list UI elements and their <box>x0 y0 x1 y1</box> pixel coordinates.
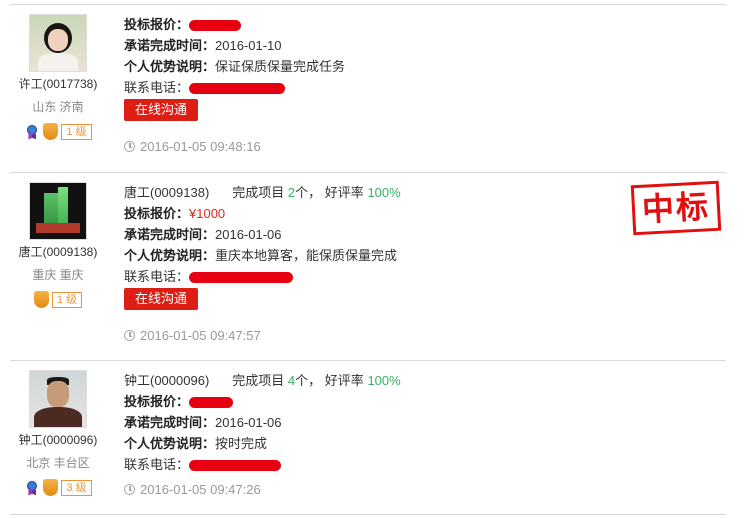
divider <box>10 514 726 515</box>
deadline-value: 2016-01-10 <box>215 38 282 53</box>
deadline-label: 承诺完成时间： <box>124 415 216 430</box>
bidder-stats: 钟工(0000096) 完成项目 4个， 好评率 100% <box>124 370 724 391</box>
avatar[interactable] <box>29 14 87 72</box>
level-badge: 1 级 <box>61 123 92 140</box>
bidder-name[interactable]: 钟工(0000096) <box>124 373 209 388</box>
medal-icon <box>24 480 40 496</box>
redaction-mark <box>189 20 242 32</box>
advantage-value: 保证保质保量完成任务 <box>215 59 346 74</box>
phone-label: 联系电话： <box>124 457 190 472</box>
advantage-label: 个人优势说明： <box>124 59 216 74</box>
timestamp: 2016-01-05 09:47:57 <box>140 328 261 343</box>
completed-unit: 个， <box>295 373 322 388</box>
advantage-label: 个人优势说明： <box>124 436 216 451</box>
username[interactable]: 钟工(0000096) <box>10 431 106 448</box>
redaction-mark <box>189 83 286 95</box>
level-badge: 1 级 <box>51 291 83 308</box>
deadline-label: 承诺完成时间： <box>124 227 216 242</box>
location: 北京 丰台区 <box>26 456 90 470</box>
bid-item: 钟工(0000096) 北京 丰台区 3 级 钟工(0000096) 完成项目 4… <box>10 361 726 513</box>
clock-icon <box>124 484 135 495</box>
deadline-value: 2016-01-06 <box>215 415 282 430</box>
bid-item: 唐工(0009138) 重庆 重庆 1 级 唐工(0009138) 完成项目 2个… <box>10 173 726 359</box>
level-badge: 3 级 <box>61 479 92 496</box>
username[interactable]: 许工(0017738) <box>10 75 106 92</box>
username[interactable]: 唐工(0009138) <box>10 243 106 260</box>
location: 重庆 重庆 <box>32 268 84 282</box>
clock-icon <box>124 141 135 152</box>
location: 山东 济南 <box>32 100 84 114</box>
bidder-name[interactable]: 唐工(0009138) <box>124 185 209 200</box>
shield-icon <box>33 291 49 308</box>
redaction-mark <box>189 460 282 472</box>
clock-icon <box>124 330 135 341</box>
completed-label: 完成项目 <box>232 185 285 200</box>
price-label: 投标报价： <box>124 206 190 221</box>
rating-value: 100% <box>367 373 401 388</box>
shield-icon <box>43 479 59 496</box>
rating-value: 100% <box>367 185 401 200</box>
completed-label: 完成项目 <box>232 373 285 388</box>
redaction-mark <box>189 272 294 284</box>
advantage-value: 按时完成 <box>215 436 268 451</box>
phone-label: 联系电话： <box>124 80 190 95</box>
timestamp: 2016-01-05 09:48:16 <box>140 139 261 154</box>
medal-icon <box>24 124 40 140</box>
price-label: 投标报价： <box>124 17 190 32</box>
deadline-value: 2016-01-06 <box>215 227 282 242</box>
timestamp: 2016-01-05 09:47:26 <box>140 482 261 497</box>
deadline-label: 承诺完成时间： <box>124 38 216 53</box>
advantage-label: 个人优势说明： <box>124 248 216 263</box>
rating-label: 好评率 <box>324 185 364 200</box>
rating-label: 好评率 <box>324 373 364 388</box>
advantage-value: 重庆本地算客，能保质保量完成 <box>215 248 398 263</box>
redaction-mark <box>189 397 234 409</box>
shield-icon <box>43 123 59 140</box>
avatar[interactable] <box>29 370 87 428</box>
price-label: 投标报价： <box>124 394 190 409</box>
contact-button[interactable]: 在线沟通 <box>124 288 199 310</box>
contact-button[interactable]: 在线沟通 <box>124 99 199 121</box>
bid-item: 许工(0017738) 山东 济南 1 级 投标报价： 承诺完成时间：2016-… <box>10 5 726 171</box>
completed-unit: 个， <box>295 185 322 200</box>
phone-label: 联系电话： <box>124 269 190 284</box>
winning-bid-stamp: 中标 <box>630 180 722 236</box>
avatar[interactable] <box>29 182 87 240</box>
price-value: ¥1000 <box>189 206 226 221</box>
